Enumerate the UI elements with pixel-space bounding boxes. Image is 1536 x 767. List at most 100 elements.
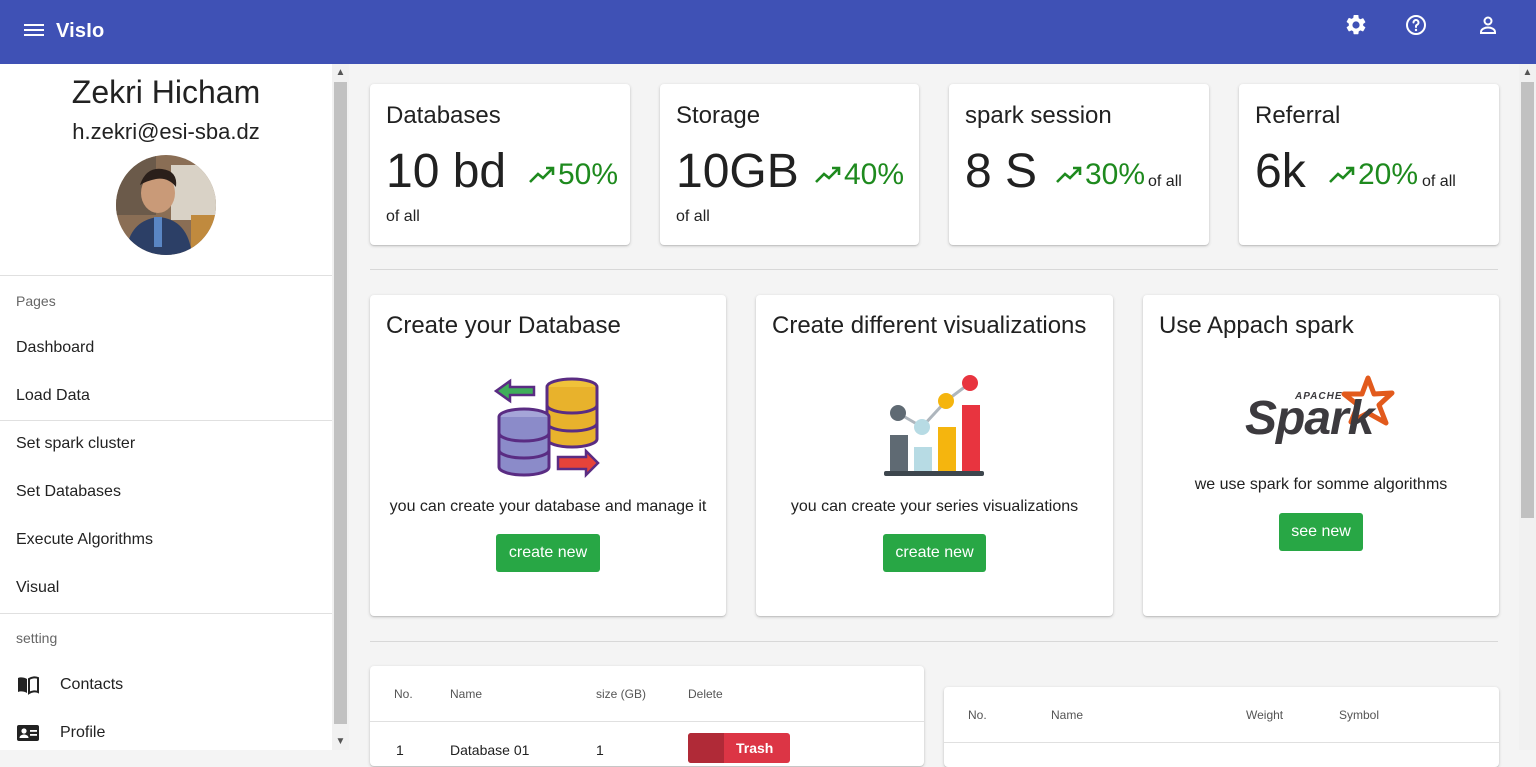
feature-desc: you can create your database and manage … xyxy=(389,498,707,515)
feature-card-spark: Use Appach spark APACHE Spark we use spa… xyxy=(1143,295,1499,616)
table-header: No. xyxy=(968,708,987,722)
trash-icon xyxy=(688,733,724,763)
help-circle-icon[interactable] xyxy=(1404,13,1428,37)
create-visualization-button[interactable]: create new xyxy=(883,534,986,572)
divider xyxy=(370,721,924,722)
sidebar-item-label: Set spark cluster xyxy=(16,435,136,452)
trending-up-icon xyxy=(529,166,555,183)
stat-value: 10GB xyxy=(676,145,799,198)
contact-card-icon xyxy=(17,725,39,741)
trending-up-icon xyxy=(815,166,841,183)
trash-button[interactable]: Trash xyxy=(688,733,790,763)
sidebar-item-profile[interactable]: Profile xyxy=(0,709,332,750)
sidebar-item-label: Set Databases xyxy=(16,483,121,500)
create-database-button[interactable]: create new xyxy=(496,534,600,572)
see-new-button[interactable]: see new xyxy=(1279,513,1363,551)
book-icon xyxy=(18,676,39,695)
table-header: Delete xyxy=(688,687,723,701)
sidebar-item-execute-algorithms[interactable]: Execute Algorithms xyxy=(0,516,332,564)
stat-value: 10 bd xyxy=(386,145,507,198)
trend: 30% xyxy=(1055,158,1145,192)
bar-chart-icon xyxy=(884,375,984,476)
sidebar-item-label: Execute Algorithms xyxy=(16,531,153,548)
trending-up-icon xyxy=(1329,166,1355,183)
stat-title: Databases xyxy=(386,102,501,129)
trending-up-icon xyxy=(1056,166,1082,183)
pages-subheader: Pages xyxy=(16,293,56,309)
person-icon[interactable] xyxy=(1476,13,1500,37)
elements-table: No. Name Weight Symbol xyxy=(944,687,1499,767)
app-bar: VisIo xyxy=(0,0,1536,64)
section-divider xyxy=(370,269,1498,270)
sidebar-item-label: Profile xyxy=(60,724,106,741)
trash-label: Trash xyxy=(736,740,774,756)
stat-title: Storage xyxy=(676,102,761,129)
divider xyxy=(0,613,332,614)
stat-value: 8 S xyxy=(965,145,1038,198)
table-header: Name xyxy=(1051,708,1084,722)
database-table: No. Name size (GB) Delete 1 Database 01 … xyxy=(370,666,924,766)
table-header: Weight xyxy=(1246,708,1284,722)
stat-value: 6k xyxy=(1255,145,1306,198)
stat-sub: of all xyxy=(676,208,710,225)
sidebar-item-load-data[interactable]: Load Data xyxy=(0,372,332,420)
main-scroll-thumb[interactable] xyxy=(1521,82,1534,518)
feature-card-visualizations: Create different visualizations you can … xyxy=(756,295,1113,616)
table-header: No. xyxy=(394,687,413,701)
sidebar: Zekri Hicham h.zekri@esi-sba.dz Pages Da… xyxy=(0,64,332,750)
section-divider xyxy=(370,641,1498,642)
setting-subheader: setting xyxy=(16,630,58,646)
sidebar-item-set-spark-cluster[interactable]: Set spark cluster xyxy=(0,420,332,468)
stat-sub: of all xyxy=(386,208,420,225)
cell-size: 1 xyxy=(596,742,604,758)
stat-title: spark session xyxy=(965,102,1112,129)
stat-sub: of all xyxy=(1422,173,1456,190)
feature-title: Create different visualizations xyxy=(772,312,1087,339)
stat-title: Referral xyxy=(1255,102,1341,129)
feature-desc: you can create your series visualization… xyxy=(790,498,1079,515)
scroll-up-arrow-icon[interactable]: ▲ xyxy=(332,64,349,81)
divider xyxy=(944,742,1499,743)
sidebar-item-label: Contacts xyxy=(60,676,124,693)
scroll-up-arrow-icon[interactable]: ▲ xyxy=(1519,64,1536,81)
profile-email: h.zekri@esi-sba.dz xyxy=(72,119,260,144)
cell-no: 1 xyxy=(396,742,404,758)
trend-value: 50% xyxy=(558,158,619,191)
sidebar-item-contacts[interactable]: Contacts xyxy=(0,661,332,709)
sidebar-scroll-thumb[interactable] xyxy=(334,82,347,724)
profile-name: Zekri Hicham xyxy=(71,74,261,110)
sidebar-item-label: Visual xyxy=(16,579,60,596)
avatar[interactable] xyxy=(116,155,216,255)
feature-title: Use Appach spark xyxy=(1159,312,1354,339)
trend-value: 20% xyxy=(1358,158,1419,191)
logo-text: Spark xyxy=(1245,392,1374,445)
stat-sub: of all xyxy=(1148,173,1182,190)
sidebar-item-set-databases[interactable]: Set Databases xyxy=(0,468,332,516)
sidebar-item-label: Dashboard xyxy=(16,339,95,356)
gear-icon[interactable] xyxy=(1344,13,1368,37)
divider xyxy=(0,275,332,276)
database-transfer-icon xyxy=(494,377,600,479)
stat-card-storage: Storage 10GB 40% of all xyxy=(660,84,919,245)
stat-card-spark-session: spark session 8 S 30% of all xyxy=(949,84,1209,245)
app-title: VisIo xyxy=(56,20,105,42)
sidebar-item-visual[interactable]: Visual xyxy=(0,564,332,612)
sidebar-item-label: Load Data xyxy=(16,387,90,404)
feature-desc: we use spark for somme algorithms xyxy=(1194,476,1448,493)
trend: 50% xyxy=(528,158,618,192)
feature-card-database: Create your Database you can create your… xyxy=(370,295,726,616)
trend-value: 30% xyxy=(1085,158,1146,191)
cell-name: Database 01 xyxy=(450,742,530,758)
trend: 20% xyxy=(1328,158,1418,192)
stat-card-databases: Databases 10 bd 50% of all xyxy=(370,84,630,245)
apache-spark-logo: APACHE Spark xyxy=(1243,375,1403,457)
table-header: Name xyxy=(450,687,483,701)
stat-card-referral: Referral 6k 20% of all xyxy=(1239,84,1499,245)
table-header: size (GB) xyxy=(596,687,647,701)
sidebar-item-dashboard[interactable]: Dashboard xyxy=(0,324,332,372)
trend-value: 40% xyxy=(844,158,905,191)
trend: 40% xyxy=(814,158,904,192)
scroll-down-arrow-icon[interactable]: ▼ xyxy=(332,733,349,750)
menu-icon[interactable] xyxy=(24,21,46,43)
table-header: Symbol xyxy=(1339,708,1380,722)
